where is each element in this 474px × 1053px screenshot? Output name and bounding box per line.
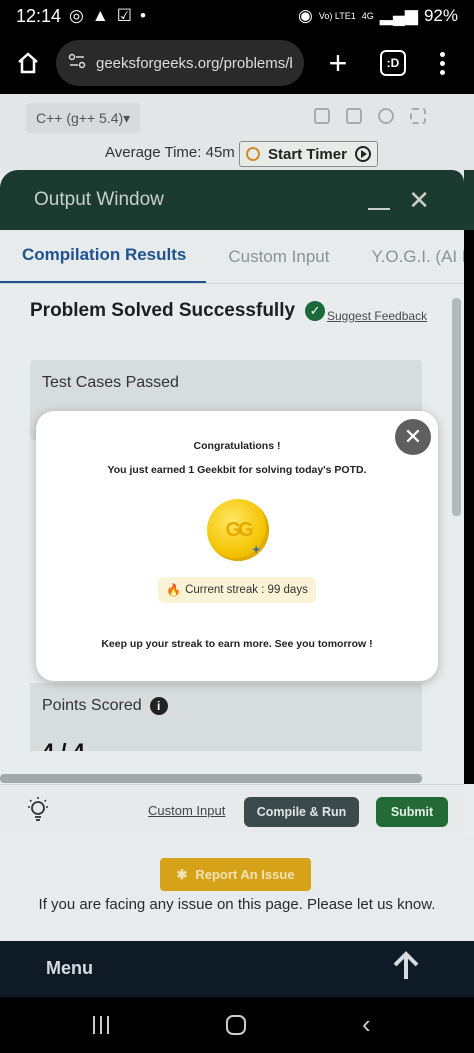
tab-custom-input[interactable]: Custom Input [206, 230, 329, 283]
fullscreen-icon[interactable] [410, 108, 426, 124]
play-icon [354, 146, 371, 162]
network-type-label: 4G [361, 10, 374, 21]
bottom-menu-bar: Menu [0, 941, 474, 997]
copy-icon[interactable] [314, 108, 330, 124]
points-value: 4 / 4 [42, 735, 85, 751]
site-settings-icon[interactable] [68, 52, 86, 75]
language-select[interactable]: C++ (g++ 5.4) ▾ [26, 103, 141, 133]
custom-input-link[interactable]: Custom Input [148, 803, 225, 818]
report-section: ✱ Report An Issue If you are facing any … [0, 835, 474, 941]
home-icon[interactable] [8, 43, 48, 83]
output-window-title: Output Window [34, 189, 164, 210]
battery-percent: 92% [423, 6, 458, 25]
submit-button[interactable]: Submit [376, 797, 448, 827]
status-bar: 12:14 ◎ ▲ ☑ • ◉ Vo) LTE1 4G ▂▄▆ 92% [0, 0, 474, 32]
whatsapp-icon: ◎ [69, 6, 84, 25]
vertical-scrollbar[interactable] [452, 298, 461, 516]
geekbit-coin-icon: GG ✦ [207, 499, 269, 561]
action-bar: Custom Input Compile & Run Submit [0, 784, 464, 834]
language-value: C++ (g++ 5.4) [36, 110, 124, 126]
points-title: Points Scored [42, 697, 142, 714]
tab-yogi[interactable]: Y.O.G.I. (AI E [329, 230, 464, 283]
flame-icon: 🔥 [166, 583, 182, 597]
warning-icon: ▲ [91, 6, 109, 25]
export-icon[interactable] [346, 108, 362, 124]
test-cases-title: Test Cases Passed [42, 374, 179, 391]
modal-close-button[interactable]: ✕ [395, 419, 431, 455]
clock-time: 12:14 [16, 5, 62, 26]
points-title-row: Points Scored i [42, 697, 168, 715]
suggest-feedback-link[interactable]: Suggest Feedback [327, 309, 427, 323]
minimize-icon[interactable] [368, 208, 391, 210]
volte-label: Vo) LTE1 [318, 10, 356, 21]
back-icon[interactable]: ‹ [362, 1009, 371, 1039]
bug-icon: ✱ [176, 866, 188, 882]
check-notification-icon: ☑ [116, 6, 132, 25]
success-row: Problem Solved Successfully ✓ [30, 300, 326, 322]
close-icon[interactable]: ✕ [408, 187, 430, 213]
arrow-up-icon[interactable] [392, 951, 420, 989]
tab-switcher-icon[interactable]: :D [380, 50, 406, 76]
recent-apps-icon[interactable] [93, 1016, 113, 1034]
modal-footer-text: Keep up your streak to earn more. See yo… [101, 638, 373, 650]
modal-earned-text: You just earned 1 Geekbit for solving to… [107, 464, 367, 476]
report-issue-button[interactable]: ✱ Report An Issue [160, 858, 311, 891]
check-circle-icon: ✓ [305, 301, 326, 321]
modal-heading: Congratulations ! [193, 440, 281, 452]
dot-icon: • [139, 6, 146, 25]
browser-toolbar: geeksforgeeks.org/problems/bс + :D [0, 32, 474, 94]
gfg-logo: GG [225, 518, 253, 541]
points-card: Points Scored i 4 / 4 [30, 683, 422, 751]
kebab-menu-icon[interactable] [432, 51, 452, 75]
url-text: geeksforgeeks.org/problems/bс [96, 54, 292, 72]
output-window-header: Output Window ✕ [0, 170, 464, 230]
menu-button[interactable]: Menu [46, 958, 93, 979]
editor-tools [314, 108, 426, 124]
nav-home-icon[interactable] [226, 1015, 246, 1035]
address-bar[interactable]: geeksforgeeks.org/problems/bс [56, 40, 304, 86]
output-tabs: Compilation Results Custom Input Y.O.G.I… [0, 230, 464, 284]
streak-text: Current streak : 99 days [185, 584, 308, 596]
report-issue-label: Report An Issue [195, 867, 295, 882]
success-message: Problem Solved Successfully [30, 300, 296, 321]
right-edge-strip-dark [464, 230, 474, 784]
lightbulb-icon[interactable] [26, 797, 50, 823]
alarm-clock-icon [246, 147, 260, 161]
sparkle-icon: ✦ [252, 545, 261, 556]
horizontal-scrollbar[interactable] [0, 774, 422, 783]
new-tab-plus-icon[interactable]: + [318, 43, 358, 83]
compile-run-button[interactable]: Compile & Run [244, 797, 359, 827]
editor-toolbar: C++ (g++ 5.4) ▾ Average Time: 45m Start … [0, 94, 474, 174]
issue-note: If you are facing any issue on this page… [38, 896, 436, 913]
reset-icon[interactable] [378, 108, 394, 124]
android-nav-bar: ‹ [0, 997, 474, 1053]
chevron-down-icon: ▾ [123, 109, 131, 126]
streak-badge: 🔥 Current streak : 99 days [158, 577, 316, 603]
average-time: Average Time: 45m [105, 144, 235, 161]
hotspot-icon: ◉ [298, 6, 313, 25]
tab-compilation-results[interactable]: Compilation Results [0, 230, 207, 283]
start-timer-label: Start Timer [268, 145, 347, 163]
info-icon[interactable]: i [149, 697, 168, 715]
signal-icon: ▂▄▆ [379, 6, 418, 25]
congratulations-modal: Congratulations ! You just earned 1 Geek… [36, 411, 438, 681]
start-timer-button[interactable]: Start Timer [239, 141, 378, 167]
